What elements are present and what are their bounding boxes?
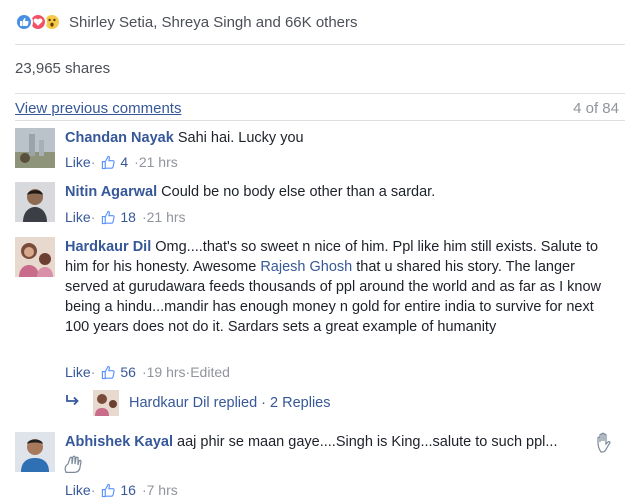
comment-author[interactable]: Hardkaur Dil: [65, 239, 151, 255]
like-link[interactable]: Like: [65, 153, 91, 171]
reactions-summary[interactable]: Shirley Setia, Shreya Singh and 66K othe…: [15, 11, 358, 33]
comment-body: Hardkaur Dil Omg....that's so sweet n ni…: [65, 237, 615, 337]
emoji-icon: [63, 454, 85, 477]
comment-body: Chandan Nayak Sahi hai. Lucky you: [65, 128, 615, 148]
thumbs-up-icon: [101, 155, 116, 170]
reply-avatar: [93, 390, 119, 416]
comment-text: Sahi hai. Lucky you: [177, 130, 304, 146]
comment: Hardkaur Dil Omg....that's so sweet n ni…: [15, 237, 615, 357]
separator: ·: [90, 209, 96, 225]
edited-label[interactable]: Edited: [190, 363, 230, 381]
comment-body: Abhishek Kayal aaj phir se maan gaye....…: [65, 432, 575, 452]
comment-text: aaj phir se maan gaye....Singh is King..…: [177, 434, 558, 450]
shares-count[interactable]: 23,965 shares: [15, 60, 110, 77]
like-link[interactable]: Like: [65, 363, 91, 381]
view-previous-comments-link[interactable]: View previous comments: [15, 100, 181, 117]
comment-actions: Like · 18 · 21 hrs: [65, 208, 186, 226]
like-count[interactable]: 16: [120, 481, 136, 499]
thumbs-up-icon: [101, 365, 116, 380]
divider: [15, 44, 625, 45]
reply-arrow-icon: [65, 394, 81, 412]
comment-actions: Like · 4 · 21 hrs: [65, 153, 178, 171]
avatar[interactable]: [15, 128, 55, 168]
separator: ·: [90, 154, 96, 170]
replies-link[interactable]: Hardkaur Dil replied · 2 Replies: [65, 390, 331, 416]
avatar[interactable]: [15, 237, 55, 277]
comment-actions: Like · 56 · 19 hrs · Edited: [65, 363, 230, 381]
thumbs-up-icon: [101, 483, 116, 498]
separator: ·: [90, 482, 96, 498]
comment-author[interactable]: Abhishek Kayal: [65, 434, 173, 450]
comments-count: 4 of 84: [573, 100, 619, 117]
divider: [15, 120, 625, 121]
comment-time[interactable]: 21 hrs: [139, 153, 178, 171]
reply-author[interactable]: Hardkaur Dil: [129, 395, 210, 411]
comment-body: Nitin Agarwal Could be no body else othe…: [65, 182, 615, 202]
thumbs-up-icon: [101, 210, 116, 225]
comment: Abhishek Kayal aaj phir se maan gaye....…: [15, 432, 615, 478]
divider: [15, 93, 625, 94]
avatar[interactable]: [15, 432, 55, 472]
like-count[interactable]: 4: [120, 153, 128, 171]
like-count[interactable]: 18: [120, 208, 136, 226]
like-link[interactable]: Like: [65, 208, 91, 226]
replies-count[interactable]: 2 Replies: [270, 395, 330, 411]
comment-time[interactable]: 7 hrs: [147, 481, 178, 499]
mentioned-user-link[interactable]: Rajesh Ghosh: [260, 259, 352, 275]
like-reaction-icon: [15, 13, 33, 31]
comment-text: Could be no body else other than a sarda…: [161, 184, 436, 200]
comment-time[interactable]: 19 hrs: [147, 363, 186, 381]
comment-actions: Like · 16 · 7 hrs: [65, 481, 178, 499]
avatar[interactable]: [15, 182, 55, 222]
like-count[interactable]: 56: [120, 363, 136, 381]
comment-author[interactable]: Nitin Agarwal: [65, 184, 157, 200]
reactions-text[interactable]: Shirley Setia, Shreya Singh and 66K othe…: [69, 14, 358, 31]
raised-hand-icon: [595, 432, 615, 457]
comment-time[interactable]: 21 hrs: [147, 208, 186, 226]
like-link[interactable]: Like: [65, 481, 91, 499]
replied-label: replied: [213, 395, 258, 411]
separator: ·: [90, 364, 96, 380]
comment-author[interactable]: Chandan Nayak: [65, 130, 174, 146]
